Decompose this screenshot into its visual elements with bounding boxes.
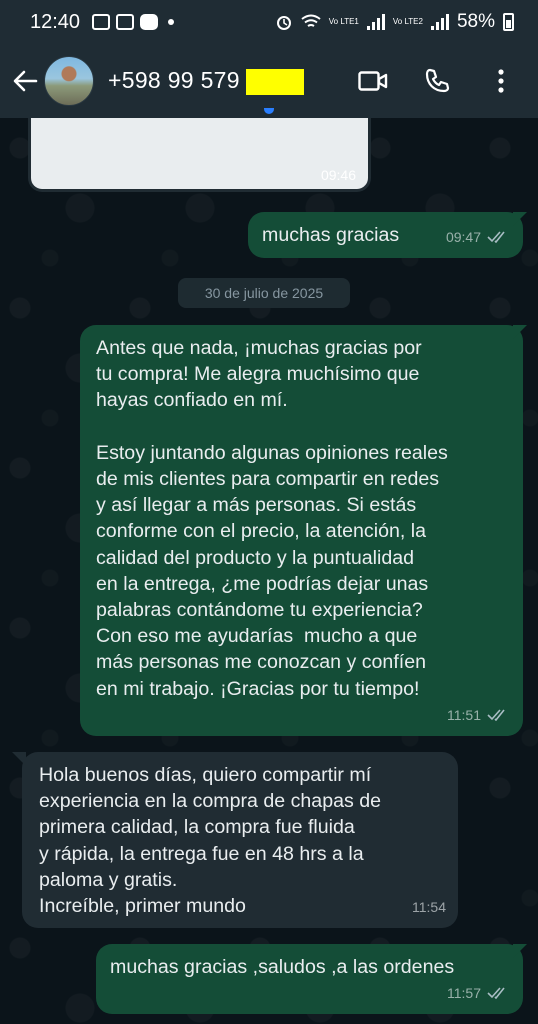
date-label: 30 de julio de 2025 [204, 285, 324, 301]
redaction-box [245, 68, 304, 95]
message-line: y rápida, la entrega fue en 48 hrs a la [39, 842, 364, 865]
bubble-tail [513, 212, 527, 226]
youtube-notification-icon [140, 14, 159, 30]
message-line-blank [96, 414, 448, 440]
message-line: en la entrega, ¿me podrías dejar unas [96, 572, 429, 595]
message-line: de mis clientes para compartir en redes [96, 468, 440, 490]
message-line: palabras contándome tu experiencia? [96, 599, 423, 622]
contact-phone: +598 99 579 [108, 67, 240, 94]
message-time: 09:46 [320, 167, 356, 183]
message-time: 11:54 [412, 898, 446, 915]
gallery-notification-icon [92, 14, 111, 30]
read-receipt-icon [487, 709, 505, 721]
back-arrow-icon [13, 70, 38, 92]
message-body: Antes que nada, ¡muchas gracias por tu c… [96, 335, 448, 702]
bubble-tail [12, 752, 26, 766]
message-line: hayas confiado en mí. [96, 389, 288, 412]
contact-name[interactable]: +598 99 579 [108, 67, 304, 95]
wifi-icon [301, 14, 321, 27]
message-line: experiencia en la compra de chapas de [39, 790, 382, 813]
outgoing-message[interactable]: Antes que nada, ¡muchas gracias por tu c… [80, 325, 523, 736]
battery-icon [503, 13, 514, 31]
status-bar: 12:40 Vo LTE1 Vo LTE2 58% [0, 0, 538, 44]
message-line: más personas me conozcan y confíen [96, 651, 427, 674]
signal-2-icon [430, 14, 449, 30]
battery-percent: 58% [456, 11, 495, 32]
read-receipt-icon [487, 231, 505, 243]
message-line: Antes que nada, ¡muchas gracias por [96, 337, 422, 359]
message-meta: 11:54 [412, 894, 446, 920]
more-options-icon [498, 69, 504, 93]
image-message[interactable]: 09:46 [28, 118, 371, 192]
message-line: y así llegar a más personas. Si estás [96, 494, 417, 517]
message-time: 09:47 [445, 228, 481, 245]
message-text: muchas gracias [262, 224, 400, 246]
network-1-label: Vo LTE1 [328, 17, 359, 26]
message-line: tu compra! Me alegra muchísimo que [96, 363, 420, 386]
message-time: 11:57 [447, 984, 481, 1001]
message-body: Hola buenos días, quiero compartir mí ex… [39, 762, 381, 919]
message-line: Increíble, primer mundo [39, 895, 246, 918]
chat-header: +598 99 579 [0, 44, 538, 118]
incoming-message[interactable]: Hola buenos días, quiero compartir mí ex… [22, 752, 458, 928]
message-line: primera calidad, la compra fue fluida [39, 816, 355, 839]
voice-call-icon [425, 68, 450, 93]
status-time: 12:40 [30, 10, 81, 33]
message-line: calidad del producto y la puntualidad [96, 546, 415, 569]
more-options-button[interactable] [486, 66, 516, 96]
date-separator: 30 de julio de 2025 [178, 278, 350, 308]
message-line: conforme con el precio, la atención, la [96, 520, 427, 543]
message-text: muchas gracias ,saludos ,a las ordenes [110, 956, 455, 978]
message-meta: 11:57 [447, 980, 509, 1006]
outgoing-message[interactable]: muchas gracias 09:47 [248, 212, 523, 258]
message-line: en mi trabajo. ¡Gracias por tu tiempo! [96, 677, 420, 700]
alarm-icon [276, 16, 291, 30]
message-time: 11:51 [447, 706, 481, 723]
system-indicators: Vo LTE1 Vo LTE2 58% [275, 11, 514, 33]
bubble-tail [513, 944, 527, 958]
bubble-tail [513, 325, 527, 339]
voice-call-button[interactable] [422, 66, 452, 96]
message-meta: 09:47 [446, 224, 509, 250]
back-button[interactable] [10, 66, 40, 96]
outgoing-message[interactable]: muchas gracias ,saludos ,a las ordenes 1… [96, 944, 523, 1014]
message-line: Con eso me ayudarías mucho a que [96, 625, 418, 648]
message-line: paloma y gratis. [39, 868, 178, 891]
video-call-button[interactable] [358, 66, 388, 96]
message-line: Hola buenos días, quiero compartir mí [39, 764, 372, 786]
read-receipt-icon [487, 987, 505, 999]
notification-icons [92, 14, 175, 30]
message-meta: 11:51 [447, 702, 509, 728]
more-notifications-dot-icon [168, 19, 175, 25]
signal-1-icon [366, 14, 385, 30]
network-2-label: Vo LTE2 [392, 17, 423, 26]
message-meta: 09:46 [321, 167, 356, 183]
contact-avatar[interactable] [44, 56, 94, 106]
calendar-notification-icon [116, 14, 135, 30]
video-call-icon [358, 71, 388, 91]
message-line: Estoy juntando algunas opiniones reales [96, 441, 448, 464]
